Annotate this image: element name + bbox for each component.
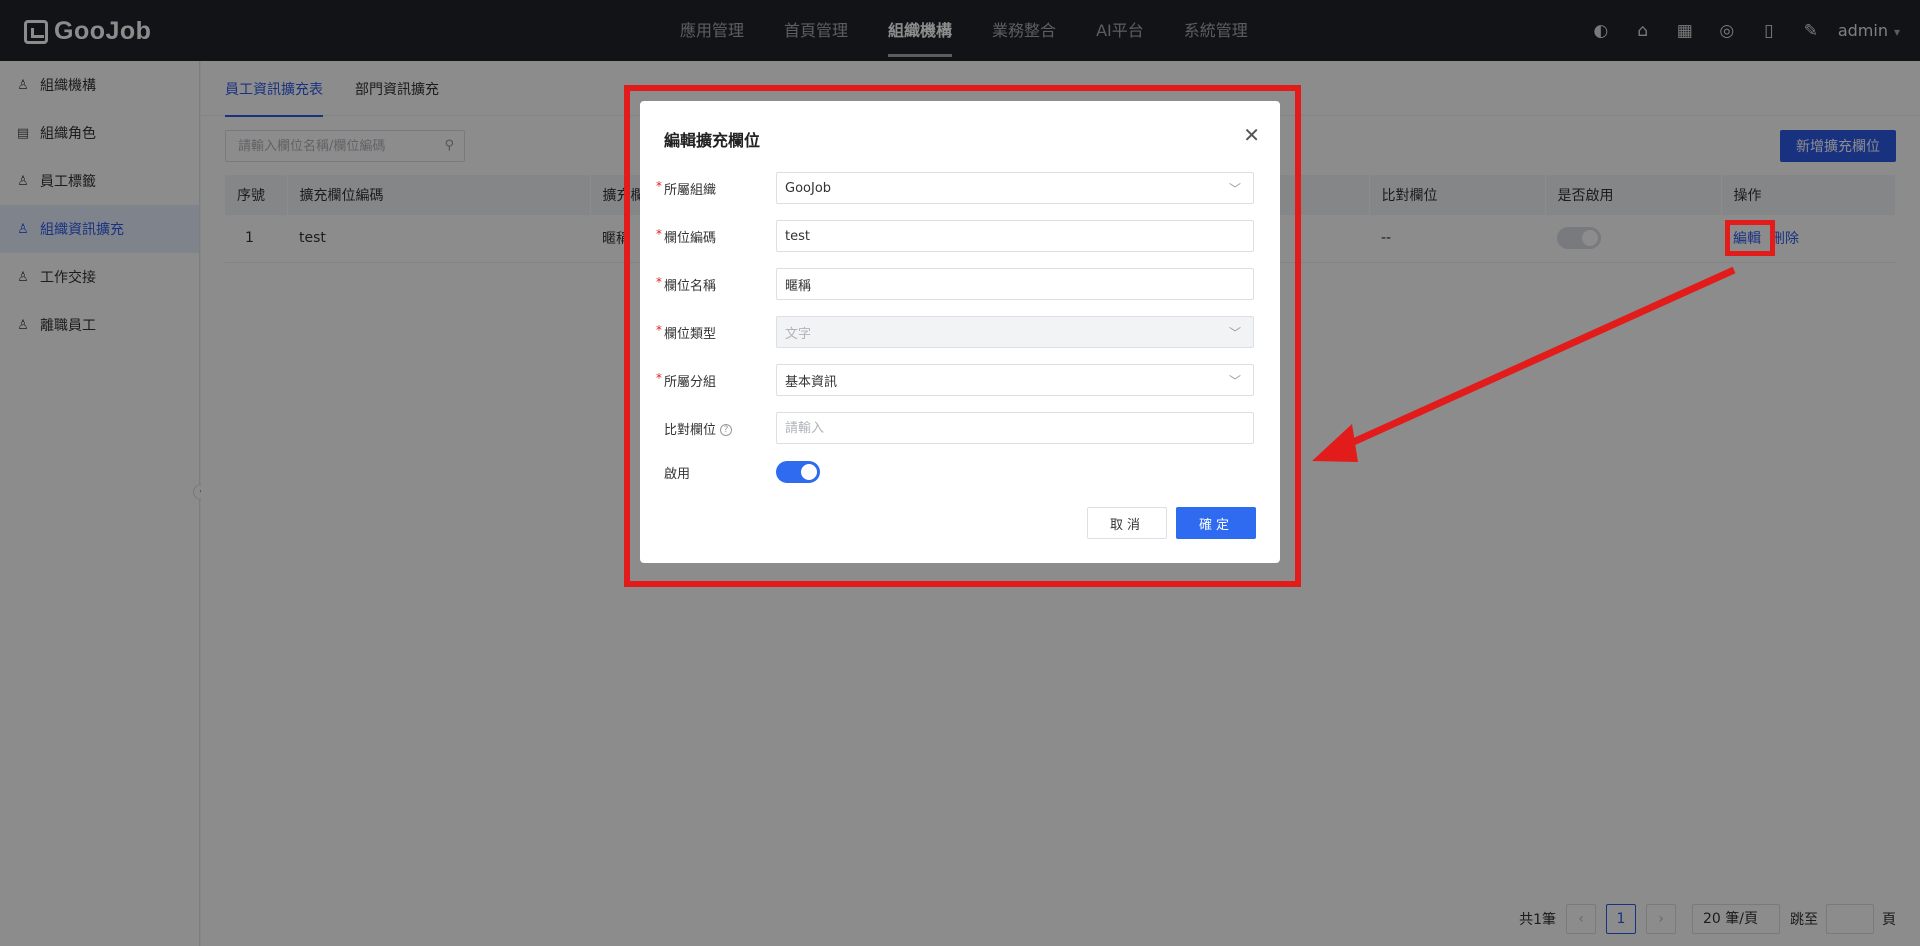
arrow-shaft	[1338, 266, 1736, 452]
arrow-head	[1312, 424, 1358, 462]
annotation-arrow	[1312, 266, 1736, 462]
